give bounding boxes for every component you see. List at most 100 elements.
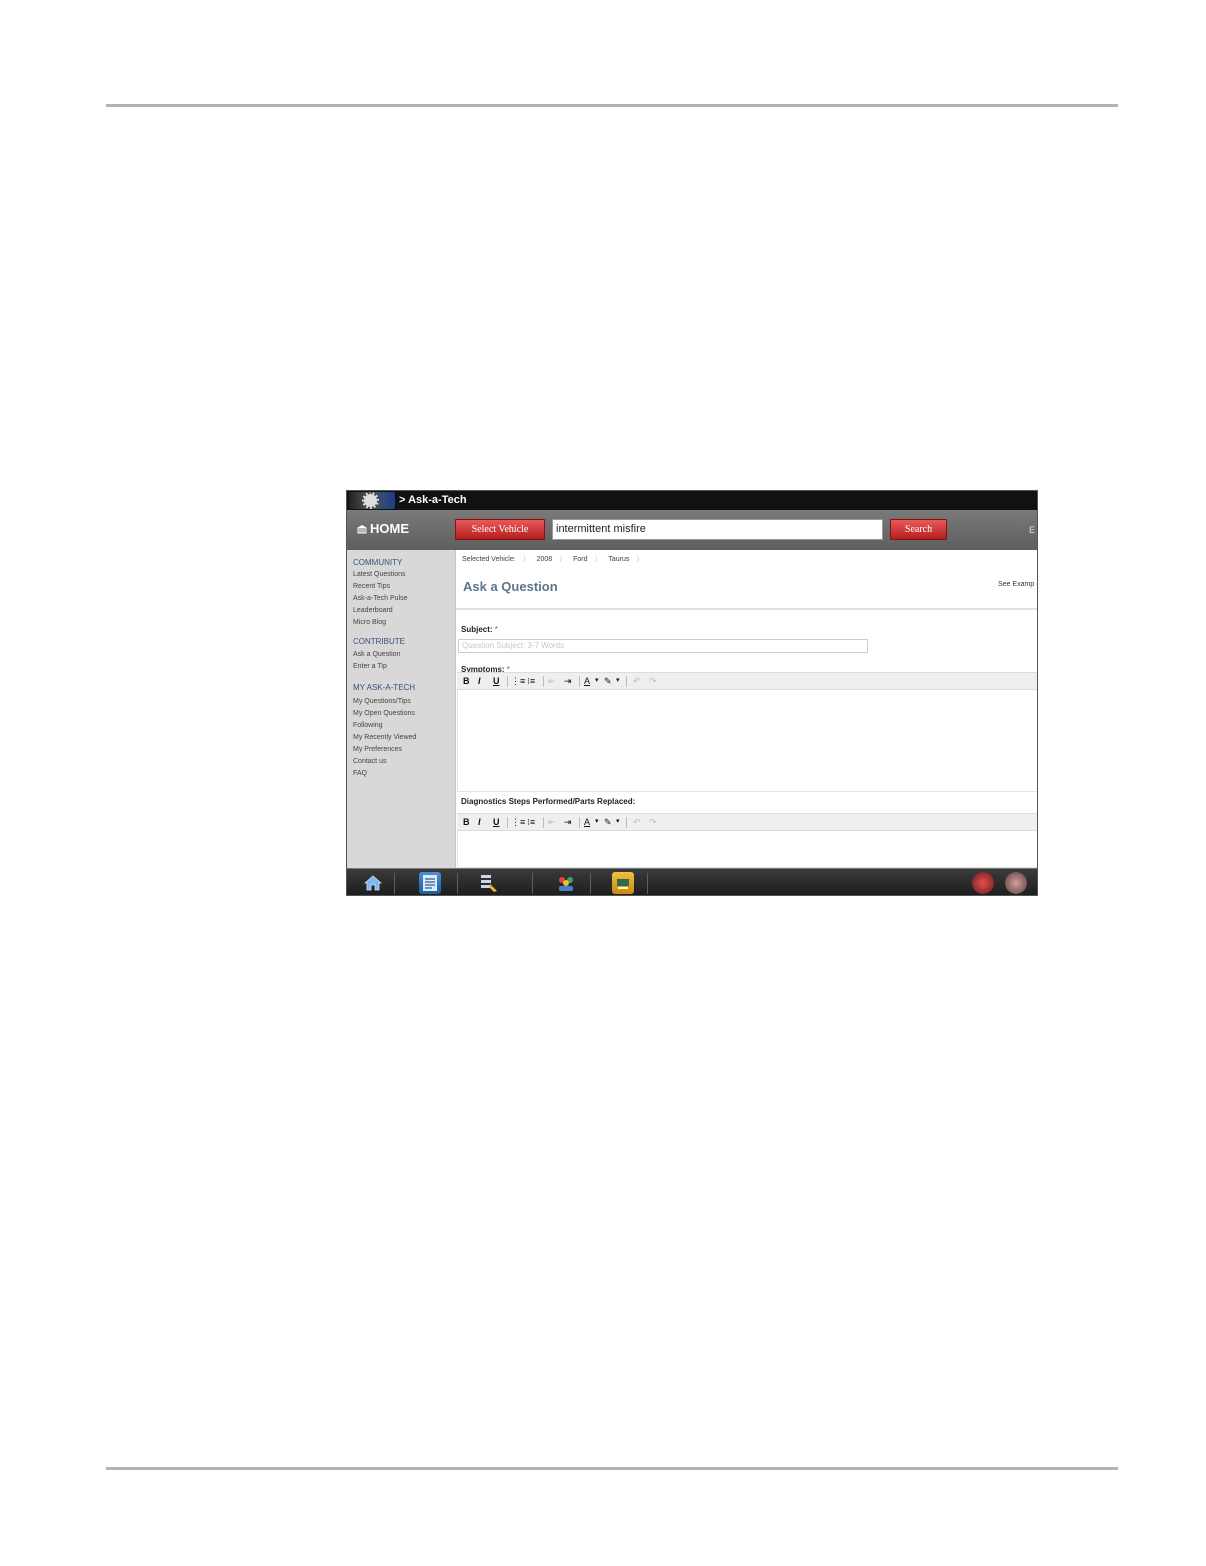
italic-button[interactable]: I: [478, 676, 481, 686]
outdent-button[interactable]: ⇤: [548, 676, 556, 686]
breadcrumb-separator: 〉: [636, 556, 644, 563]
sidebar-item-enter-tip[interactable]: Enter a Tip: [353, 663, 387, 670]
vehicle-model[interactable]: Taurus: [608, 556, 629, 563]
underline-button[interactable]: U: [493, 676, 500, 686]
breadcrumb-separator: 〉: [522, 556, 530, 563]
symptoms-editor-toolbar: B I U ⋮≡ ⁝≡ ⇤ ⇥ A ▾ ✎ ▾ ↶ ↷: [457, 672, 1037, 690]
subject-label-text: Subject:: [461, 625, 493, 634]
outdent-button[interactable]: ⇤: [548, 817, 556, 827]
toolbar-divider: [579, 817, 580, 828]
sidebar-item-pulse[interactable]: Ask-a-Tech Pulse: [353, 595, 407, 602]
toolbar-divider: [507, 817, 508, 828]
bold-button[interactable]: B: [463, 676, 470, 686]
title-divider: [456, 608, 1037, 610]
sidebar-heading-my-ask-a-tech: MY ASK-A-TECH: [353, 683, 416, 692]
highlight-button[interactable]: ✎: [604, 676, 612, 686]
taskbar-divider: [532, 873, 533, 894]
sidebar-item-ask-question[interactable]: Ask a Question: [353, 651, 400, 658]
subject-input[interactable]: Question Subject: 3-7 Words: [458, 639, 868, 653]
home-icon: [357, 525, 367, 534]
app-logo[interactable]: [349, 492, 395, 509]
toolbar-divider: [626, 817, 627, 828]
ordered-list-button[interactable]: ⋮≡: [511, 817, 525, 827]
select-vehicle-button[interactable]: Select Vehicle: [455, 519, 545, 540]
see-examples-link[interactable]: See Examp: [998, 581, 1034, 588]
page-top-rule: [106, 104, 1118, 107]
sidebar-heading-community: COMMUNITY: [353, 558, 403, 567]
toolbar-divider: [579, 676, 580, 687]
home-link[interactable]: HOME: [356, 521, 409, 536]
home-label: HOME: [370, 521, 409, 536]
sidebar-item-following[interactable]: Following: [353, 722, 383, 729]
taskbar-divider: [647, 873, 648, 894]
document-icon[interactable]: [419, 872, 441, 894]
sidebar-item-micro-blog[interactable]: Micro Blog: [353, 619, 386, 626]
taskbar-divider: [394, 873, 395, 894]
search-input[interactable]: intermittent misfire: [552, 519, 883, 540]
people-icon[interactable]: [555, 872, 577, 894]
symptoms-editor[interactable]: [457, 690, 1037, 792]
main-content: Selected Vehicle: 〉 2008 〉 Ford 〉 Taurus…: [456, 550, 1037, 868]
ask-a-tech-screenshot: > Ask-a-Tech HOME Select Vehicle intermi…: [346, 490, 1038, 896]
toolbar-divider: [543, 817, 544, 828]
vehicle-year[interactable]: 2008: [537, 556, 553, 563]
title-bar: > Ask-a-Tech: [347, 491, 1037, 510]
font-color-dropdown[interactable]: ▾: [595, 676, 599, 686]
taskbar: [347, 868, 1037, 895]
bold-button[interactable]: B: [463, 817, 470, 827]
underline-button[interactable]: U: [493, 817, 500, 827]
diagnostics-label: Diagnostics Steps Performed/Parts Replac…: [461, 797, 636, 806]
window-title: > Ask-a-Tech: [399, 494, 467, 506]
page-title: Ask a Question: [463, 579, 558, 594]
vehicle-make[interactable]: Ford: [573, 556, 587, 563]
header-bar: HOME Select Vehicle intermittent misfire…: [347, 510, 1037, 550]
font-color-button[interactable]: A: [584, 817, 590, 827]
page-bottom-rule: [106, 1467, 1118, 1470]
taskbar-divider: [457, 873, 458, 894]
taskbar-divider: [590, 873, 591, 894]
sidebar-item-faq[interactable]: FAQ: [353, 770, 367, 777]
undo-button[interactable]: ↶: [633, 817, 641, 827]
indent-button[interactable]: ⇥: [564, 817, 572, 827]
settings-icon[interactable]: [1005, 872, 1027, 894]
sidebar-item-my-questions-tips[interactable]: My Questions/Tips: [353, 698, 411, 705]
highlight-dropdown[interactable]: ▾: [616, 676, 620, 686]
bullet-list-button[interactable]: ⁝≡: [527, 676, 535, 686]
font-color-dropdown[interactable]: ▾: [595, 817, 599, 827]
italic-button[interactable]: I: [478, 817, 481, 827]
sidebar-item-recently-viewed[interactable]: My Recently Viewed: [353, 734, 416, 741]
undo-button[interactable]: ↶: [633, 676, 641, 686]
highlight-button[interactable]: ✎: [604, 817, 612, 827]
vehicle-label: Selected Vehicle:: [462, 556, 516, 563]
system-icon[interactable]: [477, 872, 499, 894]
redo-button[interactable]: ↷: [649, 817, 657, 827]
subject-label: Subject: *: [461, 625, 498, 634]
sidebar-item-leaderboard[interactable]: Leaderboard: [353, 607, 393, 614]
sidebar-item-preferences[interactable]: My Preferences: [353, 746, 402, 753]
diagnostics-editor[interactable]: [457, 831, 1037, 868]
diagnostics-editor-toolbar: B I U ⋮≡ ⁝≡ ⇤ ⇥ A ▾ ✎ ▾ ↶ ↷: [457, 813, 1037, 831]
book-icon[interactable]: [612, 872, 634, 894]
wireless-icon[interactable]: [972, 872, 994, 894]
sidebar-item-contact[interactable]: Contact us: [353, 758, 386, 765]
sidebar-item-latest-questions[interactable]: Latest Questions: [353, 571, 406, 578]
font-color-button[interactable]: A: [584, 676, 590, 686]
vehicle-breadcrumb: Selected Vehicle: 〉 2008 〉 Ford 〉 Taurus…: [462, 554, 648, 564]
highlight-dropdown[interactable]: ▾: [616, 817, 620, 827]
toolbar-divider: [507, 676, 508, 687]
sidebar-item-recent-tips[interactable]: Recent Tips: [353, 583, 390, 590]
toolbar-divider: [626, 676, 627, 687]
home-icon[interactable]: [362, 872, 384, 894]
sidebar-heading-contribute: CONTRIBUTE: [353, 637, 405, 646]
sidebar-item-my-open-questions[interactable]: My Open Questions: [353, 710, 415, 717]
redo-button[interactable]: ↷: [649, 676, 657, 686]
required-mark: *: [494, 625, 498, 634]
breadcrumb-separator: 〉: [559, 556, 567, 563]
breadcrumb-separator: 〉: [594, 556, 602, 563]
header-cut-link[interactable]: E: [1029, 525, 1035, 535]
ordered-list-button[interactable]: ⋮≡: [511, 676, 525, 686]
indent-button[interactable]: ⇥: [564, 676, 572, 686]
bullet-list-button[interactable]: ⁝≡: [527, 817, 535, 827]
toolbar-divider: [543, 676, 544, 687]
search-button[interactable]: Search: [890, 519, 947, 540]
